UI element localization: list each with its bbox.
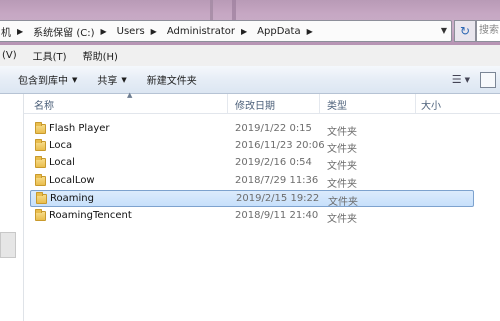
file-name: Loca [49,140,73,151]
refresh-icon: ↻ [459,24,471,38]
menu-help[interactable]: 帮助(H) [77,48,128,63]
file-type: 文件夹 [327,161,357,172]
file-type: 文件夹 [327,214,357,225]
file-row-locallow[interactable]: LocalLow 2018/7/29 11:36 文件夹 [30,173,474,190]
command-bar: 包含到库中 ▼ 共享 ▼ 新建文件夹 ☰ ▼ [0,66,500,94]
file-date: 2018/7/29 11:36 [235,175,319,186]
file-row-roaming[interactable]: Roaming 2019/2/15 19:22 文件夹 [30,190,474,208]
file-date: 2016/11/23 20:06 [235,140,325,151]
background-decoration [210,0,213,22]
view-options-button[interactable]: ☰ ▼ [452,73,470,86]
column-header-name[interactable]: 名称 [34,97,54,112]
file-date: 2019/2/15 19:22 [236,193,320,204]
search-input[interactable]: 搜索 [476,20,500,42]
window-title-bar: 机 ▶ 系统保留 (C:) ▶ Users ▶ Administrator ▶ … [0,0,500,45]
file-row-loca[interactable]: Loca 2016/11/23 20:06 文件夹 [30,138,474,155]
menu-bar: (V) 工具(T) 帮助(H) [0,45,500,67]
breadcrumb-separator-icon[interactable]: ▶ [101,27,107,36]
folder-icon [36,192,47,204]
folder-icon [35,139,46,151]
column-header-row: ▲ 名称 修改日期 类型 大小 [24,91,500,114]
refresh-button[interactable]: ↻ [454,20,476,42]
file-type: 文件夹 [327,179,357,190]
breadcrumb-separator-icon[interactable]: ▶ [17,27,23,36]
breadcrumb-users[interactable]: Users ▶ [115,21,165,41]
file-name: LocalLow [49,175,95,186]
address-dropdown-icon[interactable]: ▼ [441,26,447,35]
navigation-pane[interactable] [0,94,24,321]
file-name: RoamingTencent [49,210,132,221]
share-button[interactable]: 共享 ▼ [97,72,127,88]
preview-pane-button[interactable] [480,72,496,88]
folder-icon [35,174,46,186]
column-header-date[interactable]: 修改日期 [235,97,275,112]
list-view-icon: ☰ [451,73,462,86]
background-decoration [232,0,236,20]
breadcrumb-appdata[interactable]: AppData ▶ [255,21,321,41]
breadcrumb-drive-c[interactable]: 系统保留 (C:) ▶ [31,21,115,41]
folder-icon [35,209,46,221]
file-row-roamingtencent[interactable]: RoamingTencent 2018/9/11 21:40 文件夹 [30,208,474,225]
file-date: 2018/9/11 21:40 [235,210,319,221]
breadcrumb-computer[interactable]: 机 ▶ [0,21,31,41]
address-bar[interactable]: 机 ▶ 系统保留 (C:) ▶ Users ▶ Administrator ▶ … [0,20,452,42]
chevron-down-icon: ▼ [121,75,127,84]
file-row-flash-player[interactable]: Flash Player 2019/1/22 0:15 文件夹 [30,121,474,138]
new-folder-button[interactable]: 新建文件夹 [147,72,197,87]
breadcrumb-separator-icon[interactable]: ▶ [307,27,313,36]
include-in-library-button[interactable]: 包含到库中 ▼ [18,72,78,88]
column-divider[interactable] [415,94,416,113]
chevron-down-icon: ▼ [72,75,78,84]
column-divider[interactable] [227,94,228,113]
file-type: 文件夹 [328,197,358,208]
column-header-type[interactable]: 类型 [327,97,347,112]
breadcrumb-administrator[interactable]: Administrator ▶ [165,21,255,41]
file-name: Local [49,157,75,168]
folder-icon [35,156,46,168]
breadcrumb-separator-icon[interactable]: ▶ [241,27,247,36]
sort-ascending-icon: ▲ [127,91,133,99]
menu-view[interactable]: (V) [0,50,27,61]
file-type: 文件夹 [327,127,357,138]
navigation-scrollbar-thumb[interactable] [0,232,16,258]
file-date: 2019/2/16 0:54 [235,157,312,168]
file-name: Flash Player [49,123,110,134]
file-name: Roaming [50,193,94,204]
column-divider[interactable] [319,94,320,113]
menu-tools[interactable]: 工具(T) [27,48,77,63]
chevron-down-icon: ▼ [464,75,470,84]
folder-icon [35,122,46,134]
column-header-size[interactable]: 大小 [421,97,441,112]
file-type: 文件夹 [327,144,357,155]
breadcrumb-separator-icon[interactable]: ▶ [151,27,157,36]
file-row-local[interactable]: Local 2019/2/16 0:54 文件夹 [30,155,474,172]
file-date: 2019/1/22 0:15 [235,123,312,134]
